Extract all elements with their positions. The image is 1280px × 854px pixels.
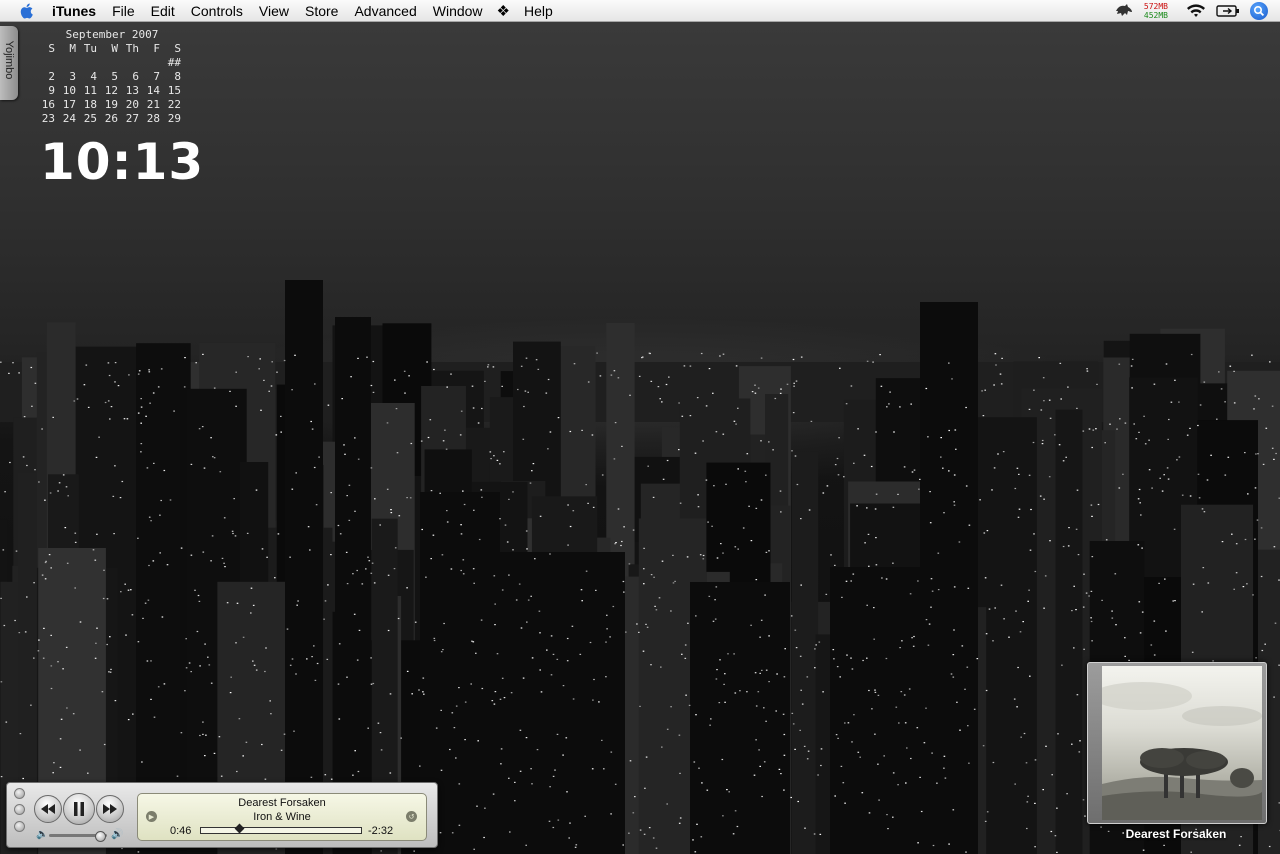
calendar-day: 8 [174, 70, 181, 83]
calendar-day: 17 [62, 98, 76, 111]
spotlight-icon[interactable] [1250, 2, 1268, 20]
menu-help[interactable]: Help [516, 0, 561, 22]
yojimbo-drawer-tab[interactable]: Yojimbo [0, 26, 18, 100]
zoom-window-button[interactable] [14, 821, 25, 832]
calendar-day: 27 [125, 112, 139, 125]
time-elapsed: 0:46 [170, 825, 192, 837]
close-window-button[interactable] [14, 788, 25, 799]
calendar-day: ## [167, 56, 181, 69]
calendar-day: 2 [48, 70, 55, 83]
calendar-week-row: 9 10 11 12 13 14 15 [34, 84, 186, 98]
progress-bar[interactable] [200, 823, 362, 834]
calendar-day: 29 [167, 112, 181, 125]
calendar-day: 13 [125, 84, 139, 97]
calendar-day: 3 [69, 70, 76, 83]
album-artwork [1102, 666, 1262, 820]
weekday-label: S [174, 42, 181, 55]
apple-icon[interactable] [18, 2, 36, 20]
menu-extras: 572MB 452MB [1114, 0, 1280, 22]
next-track-button[interactable] [96, 795, 124, 823]
calendar-day: 21 [146, 98, 160, 111]
playhead[interactable] [234, 823, 245, 834]
calendar-day: 6 [132, 70, 139, 83]
weekday-label: S [48, 42, 55, 55]
volume-slider[interactable] [49, 831, 107, 842]
calendar-day: 18 [83, 98, 97, 111]
display-toggle-icon[interactable]: ↺ [406, 811, 417, 822]
calendar-week-row: 2 3 4 5 6 7 8 [34, 70, 186, 84]
volume-high-icon: 🔊 [111, 829, 124, 840]
calendar-day [34, 56, 55, 70]
growl-icon[interactable] [1114, 3, 1134, 19]
weekday-label: F [153, 42, 160, 55]
menu-controls[interactable]: Controls [183, 0, 251, 22]
calendar-day: 9 [48, 84, 55, 97]
calendar-day: 14 [146, 84, 160, 97]
album-art-widget[interactable] [1087, 662, 1267, 824]
menu-file[interactable]: File [104, 0, 143, 22]
calendar-week-row: 16 17 18 19 20 21 22 [34, 98, 186, 112]
calendar-day: 11 [83, 84, 97, 97]
desktop-calendar: September 2007 S M Tu W Th F S ## 2 3 4 5 6 7 8… [34, 28, 186, 126]
calendar-day: 16 [41, 98, 55, 111]
desktop-clock: 10:13 [40, 133, 205, 191]
calendar-week-row: ## [34, 56, 186, 70]
calendar-day: 12 [104, 84, 118, 97]
calendar-day: 15 [167, 84, 181, 97]
minimize-window-button[interactable] [14, 804, 25, 815]
track-title: Dearest Forsaken [238, 797, 326, 809]
script-menu-icon[interactable]: ❖ [497, 2, 510, 20]
menu-window[interactable]: Window [425, 0, 491, 22]
fast-forward-icon [103, 804, 117, 814]
menu-bar: iTunes File Edit Controls View Store Adv… [0, 0, 1280, 22]
wifi-icon[interactable] [1186, 3, 1206, 19]
time-remaining: -2:32 [368, 825, 394, 837]
calendar-day [55, 56, 76, 70]
menu-advanced[interactable]: Advanced [346, 0, 424, 22]
menu-store[interactable]: Store [297, 0, 346, 22]
memory-free: 452MB [1143, 11, 1168, 20]
track-artist: Iron & Wine [253, 811, 311, 823]
calendar-day [118, 56, 139, 70]
calendar-day: 28 [146, 112, 160, 125]
menu-edit[interactable]: Edit [143, 0, 183, 22]
menu-itunes[interactable]: iTunes [44, 0, 104, 22]
volume-low-icon: 🔈 [36, 829, 49, 840]
weekday-label: M [69, 42, 76, 55]
menu-view[interactable]: View [251, 0, 297, 22]
calendar-day: 10 [62, 84, 76, 97]
weekday-label: W [111, 42, 118, 55]
calendar-day: 24 [62, 112, 76, 125]
calendar-day: 23 [41, 112, 55, 125]
memory-monitor[interactable]: 572MB 452MB [1144, 2, 1168, 20]
calendar-day: 25 [83, 112, 97, 125]
calendar-day: 22 [167, 98, 181, 111]
play-pause-button[interactable] [63, 793, 95, 825]
calendar-weekday-row: S M Tu W Th F S [34, 42, 186, 56]
calendar-day: 5 [111, 70, 118, 83]
track-display: ▶ Dearest Forsaken Iron & Wine ↺ 0:46 -2… [137, 793, 427, 841]
calendar-weeks: ## 2 3 4 5 6 7 8 9 10 11 12 13 14 15 16 17 18 19 20 21 22 23 24… [34, 56, 186, 126]
calendar-day: 26 [104, 112, 118, 125]
calendar-day: 19 [104, 98, 118, 111]
volume-knob[interactable] [95, 831, 107, 842]
calendar-week-row: 23 24 25 26 27 28 29 [34, 112, 186, 126]
calendar-month-title: September 2007 [65, 28, 159, 41]
calendar-day [139, 56, 160, 70]
calendar-day: 20 [125, 98, 139, 111]
calendar-day: 7 [153, 70, 160, 83]
weekday-label: Tu [83, 42, 97, 55]
battery-icon[interactable] [1216, 4, 1240, 18]
calendar-day [76, 56, 97, 70]
album-art-caption: Dearest Forsaken [1125, 827, 1227, 841]
calendar-day [97, 56, 118, 70]
itunes-mini-player: 🔈 🔊 ▶ Dearest Forsaken Iron & Wine ↺ 0:4… [6, 782, 438, 848]
yojimbo-label: Yojimbo [3, 40, 15, 80]
calendar-day: 4 [90, 70, 97, 83]
pause-icon [74, 802, 84, 816]
previous-track-button[interactable] [34, 795, 62, 823]
weekday-label: Th [125, 42, 139, 55]
rewind-icon [41, 804, 55, 814]
memory-used: 572MB [1143, 2, 1168, 11]
